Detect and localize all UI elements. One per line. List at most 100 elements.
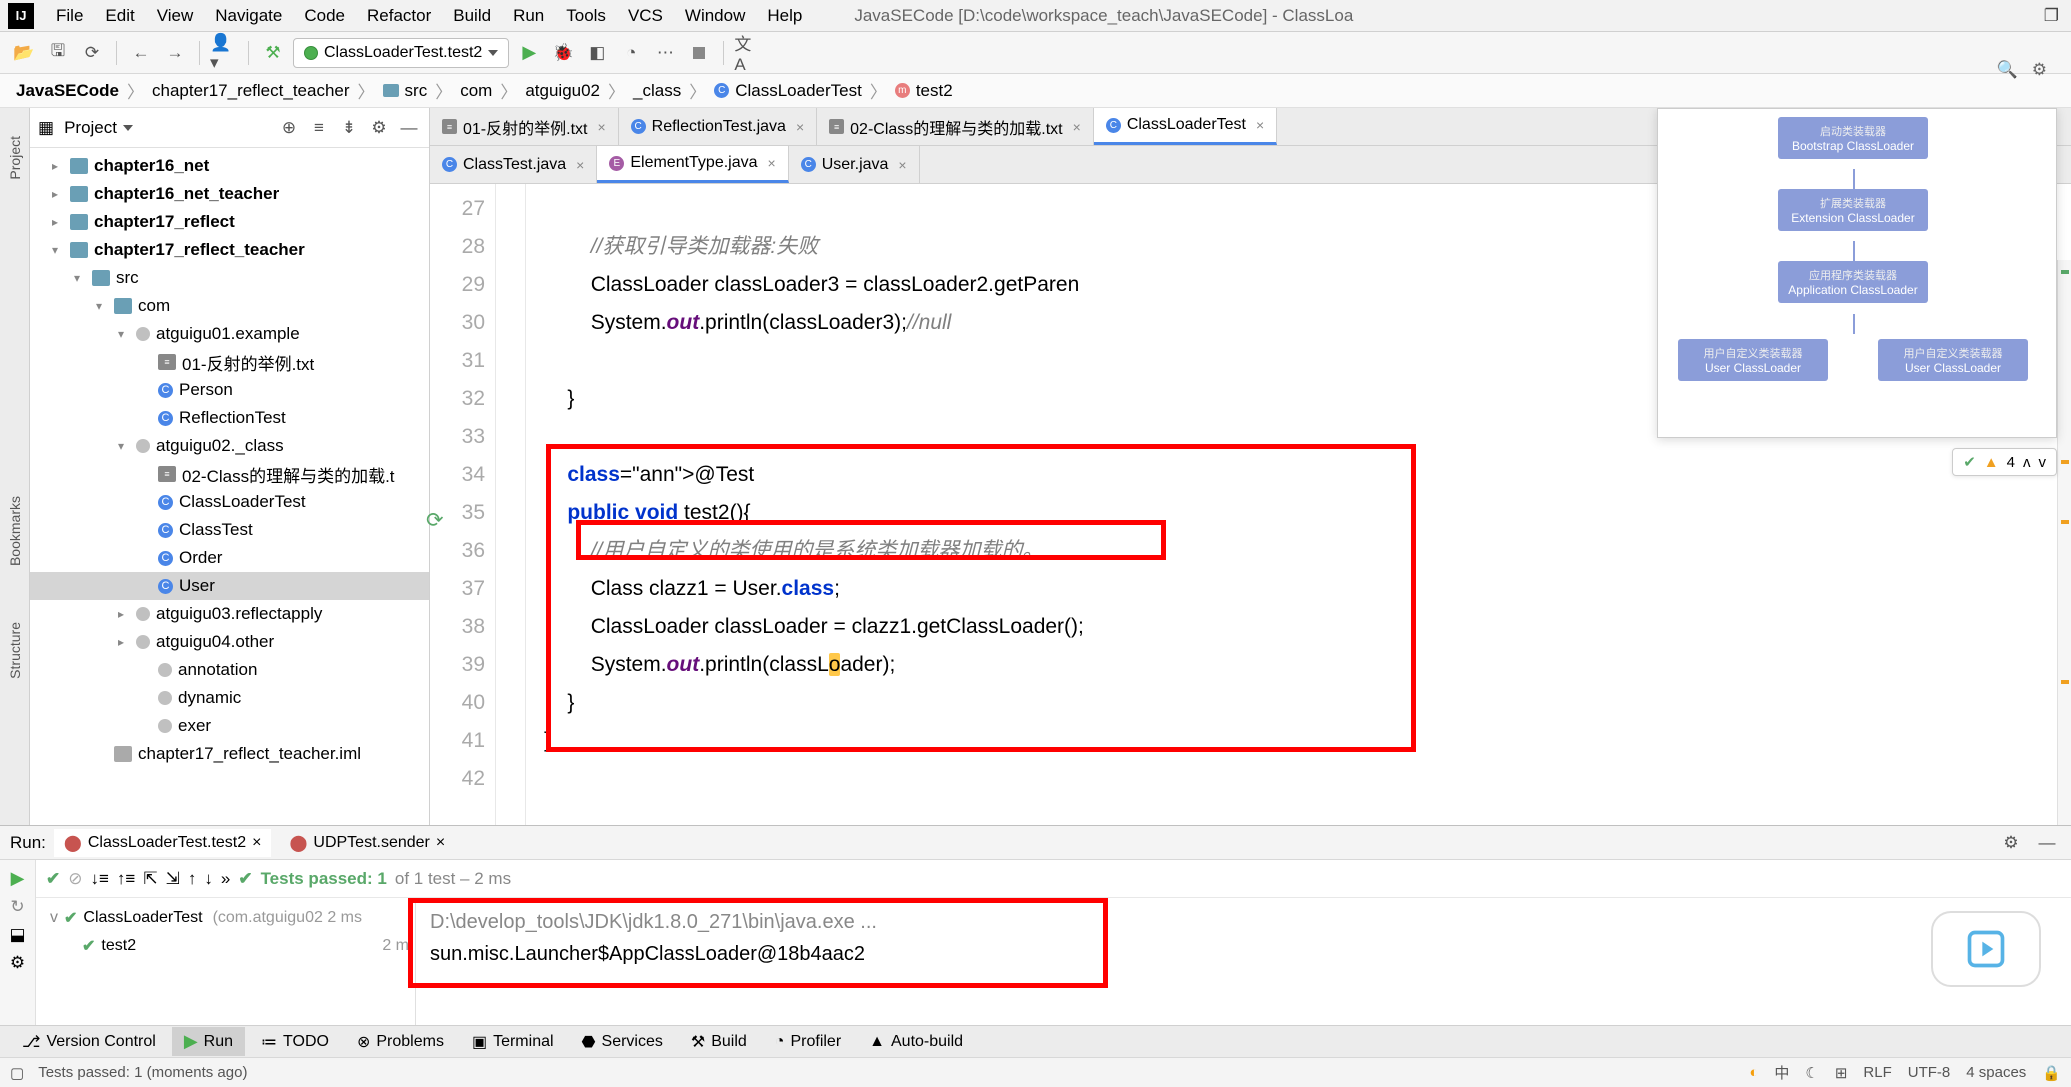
tree-row[interactable]: CClassTest	[30, 516, 429, 544]
close-icon[interactable]: ×	[597, 119, 605, 135]
menu-help[interactable]: Help	[757, 2, 812, 30]
search-everywhere-icon[interactable]: 🔍	[1997, 60, 2018, 80]
stop-button[interactable]	[685, 39, 713, 67]
code-line[interactable]: System.out.println(classLoader);	[544, 646, 2071, 684]
editor-tab[interactable]: CClassLoaderTest×	[1094, 108, 1277, 145]
rerun-icon[interactable]: ▶	[11, 868, 25, 889]
project-tree[interactable]: ▸chapter16_net▸chapter16_net_teacher▸cha…	[30, 148, 429, 825]
attach-button[interactable]: ⋯	[651, 39, 679, 67]
toggle-auto-icon[interactable]: ⬓	[9, 925, 25, 945]
pass-check-icon[interactable]: ✔	[46, 869, 60, 889]
debug-button[interactable]: 🐞	[549, 39, 577, 67]
tree-row[interactable]: CUser	[30, 572, 429, 600]
crumb-com[interactable]: com	[454, 81, 498, 101]
rerun-failed-icon[interactable]: ↻	[10, 897, 24, 917]
editor-tab[interactable]: ≡02-Class的理解与类的加载.txt×	[817, 108, 1094, 145]
menu-tools[interactable]: Tools	[556, 2, 616, 30]
avatar-icon[interactable]: 👤▾	[210, 39, 238, 67]
sidebar-tab-project[interactable]: Project	[5, 128, 25, 188]
status-indent[interactable]: 4 spaces	[1966, 1064, 2026, 1081]
crumb-pkg[interactable]: atguigu02	[519, 81, 606, 101]
close-icon[interactable]: ×	[768, 155, 776, 171]
editor-tab[interactable]: CClassTest.java×	[430, 146, 597, 183]
ts-build[interactable]: ⚒Build	[679, 1028, 759, 1056]
hammer-icon[interactable]: ⚒	[259, 39, 287, 67]
code-line[interactable]: }	[544, 722, 2071, 760]
run-button[interactable]: ▶	[515, 39, 543, 67]
close-icon[interactable]: ×	[796, 119, 804, 135]
down-icon[interactable]: ↓	[204, 869, 213, 889]
up-icon[interactable]: ↑	[188, 869, 197, 889]
tree-row[interactable]: exer	[30, 712, 429, 740]
ts-autobuild[interactable]: ▲Auto-build	[857, 1029, 975, 1055]
hide-panel-icon[interactable]: —	[397, 116, 421, 140]
video-play-overlay-icon[interactable]	[1931, 911, 2041, 987]
tree-row[interactable]: ▾atguigu02._class	[30, 432, 429, 460]
tree-row[interactable]: chapter17_reflect_teacher.iml	[30, 740, 429, 768]
crumb-project[interactable]: JavaSECode	[10, 81, 125, 101]
tree-row[interactable]: ▸chapter16_net_teacher	[30, 180, 429, 208]
project-view-dropdown-icon[interactable]	[123, 125, 133, 131]
tree-row[interactable]: ▾src	[30, 264, 429, 292]
menu-navigate[interactable]: Navigate	[205, 2, 292, 30]
status-indent-icon[interactable]: ⊞	[1835, 1064, 1848, 1082]
run-tab-1[interactable]: ⬤ClassLoaderTest.test2×	[54, 829, 272, 857]
close-icon[interactable]: ×	[1256, 117, 1264, 133]
translate-icon[interactable]: 文A	[734, 39, 762, 67]
menu-edit[interactable]: Edit	[95, 2, 144, 30]
ts-terminal[interactable]: ▣Terminal	[460, 1028, 566, 1056]
back-icon[interactable]: ←	[127, 39, 155, 67]
status-moon-icon[interactable]: ☾	[1805, 1064, 1818, 1082]
status-ime[interactable]: ◐	[1749, 1064, 1758, 1081]
crumb-src[interactable]: src	[377, 81, 434, 101]
menu-window[interactable]: Window	[675, 2, 755, 30]
close-icon[interactable]: ×	[1073, 119, 1081, 135]
sidebar-tab-structure[interactable]: Structure	[5, 614, 25, 687]
code-line[interactable]: //用户自定义的类使用的是系统类加载器加载的。	[544, 532, 2071, 570]
tree-row[interactable]: ▾com	[30, 292, 429, 320]
ts-run[interactable]: ▶Run	[172, 1027, 245, 1056]
error-stripe[interactable]	[2057, 260, 2071, 825]
tree-row[interactable]: CPerson	[30, 376, 429, 404]
ts-version-control[interactable]: ⎇Version Control	[10, 1028, 168, 1056]
ts-problems[interactable]: ⊗Problems	[345, 1028, 456, 1056]
run-configuration-selector[interactable]: ClassLoaderTest.test2	[293, 38, 509, 68]
crumb-class[interactable]: CClassLoaderTest	[708, 81, 868, 101]
tree-row[interactable]: ▾chapter17_reflect_teacher	[30, 236, 429, 264]
editor-tab[interactable]: CReflectionTest.java×	[619, 108, 817, 145]
profile-button[interactable]: ◔	[617, 39, 645, 67]
close-icon[interactable]: ×	[436, 834, 445, 852]
code-line[interactable]: }	[544, 684, 2071, 722]
menu-file[interactable]: File	[46, 2, 93, 30]
crumb-subpkg[interactable]: _class	[627, 81, 687, 101]
close-icon[interactable]: ×	[576, 157, 584, 173]
menu-refactor[interactable]: Refactor	[357, 2, 441, 30]
prev-highlight-icon[interactable]: ʌ	[2023, 454, 2031, 471]
ts-services[interactable]: ⬣Services	[570, 1028, 675, 1056]
crumb-module[interactable]: chapter17_reflect_teacher	[146, 81, 356, 101]
tree-row[interactable]: ▾atguigu01.example	[30, 320, 429, 348]
editor-tab[interactable]: CUser.java×	[789, 146, 920, 183]
sync-icon[interactable]: ⟳	[78, 39, 106, 67]
run-tab-2[interactable]: ⬤UDPTest.sender×	[279, 829, 455, 857]
test-method-row[interactable]: ✔test2 2 m	[42, 932, 409, 960]
code-line[interactable]: ClassLoader classLoader = clazz1.getClas…	[544, 608, 2071, 646]
sidebar-tab-bookmarks[interactable]: Bookmarks	[5, 488, 25, 574]
editor-tab[interactable]: ≡01-反射的举例.txt×	[430, 108, 619, 145]
tree-row[interactable]: ≡01-反射的举例.txt	[30, 348, 429, 376]
select-opened-file-icon[interactable]: ⊕	[277, 116, 301, 140]
code-line[interactable]	[544, 760, 2071, 798]
menu-run[interactable]: Run	[503, 2, 554, 30]
status-encoding[interactable]: UTF-8	[1908, 1064, 1951, 1081]
collapse-icon[interactable]: ⇲	[166, 869, 180, 889]
inspection-widget[interactable]: ✔ ▲ 4 ʌ v	[1952, 448, 2057, 476]
menu-view[interactable]: View	[147, 2, 204, 30]
close-icon[interactable]: ×	[898, 157, 906, 173]
tree-row[interactable]: ▸chapter17_reflect	[30, 208, 429, 236]
menu-build[interactable]: Build	[443, 2, 501, 30]
menu-vcs[interactable]: VCS	[618, 2, 673, 30]
tree-row[interactable]: ▸chapter16_net	[30, 152, 429, 180]
tree-row[interactable]: COrder	[30, 544, 429, 572]
ts-profiler[interactable]: ◔Profiler	[763, 1029, 853, 1055]
collapse-all-icon[interactable]: ⇟	[337, 116, 361, 140]
